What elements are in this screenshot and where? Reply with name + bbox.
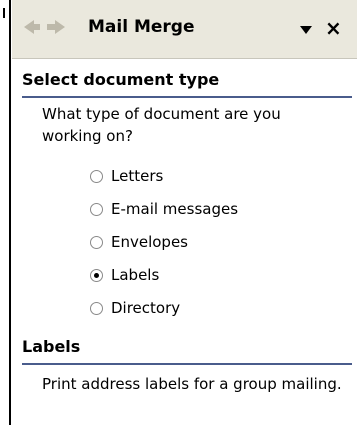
- taskpane-titlebar: Mail Merge ×: [12, 0, 357, 59]
- radio-option-email-messages[interactable]: E-mail messages: [90, 197, 238, 221]
- radio-button[interactable]: [90, 301, 103, 315]
- radio-label[interactable]: Letters: [111, 167, 163, 185]
- radio-option-envelopes[interactable]: Envelopes: [90, 230, 188, 254]
- radio-label[interactable]: Envelopes: [111, 233, 188, 251]
- radio-option-directory[interactable]: Directory: [90, 296, 180, 320]
- radio-button[interactable]: [90, 235, 103, 249]
- close-icon[interactable]: ×: [325, 16, 342, 40]
- forward-arrow-icon[interactable]: [47, 20, 65, 34]
- taskpane-title: Mail Merge: [88, 17, 195, 37]
- labels-description: Print address labels for a group mailing…: [42, 375, 342, 393]
- radio-button[interactable]: [90, 169, 103, 183]
- back-arrow-icon[interactable]: [24, 20, 40, 34]
- document-edge: [0, 0, 8, 425]
- radio-label[interactable]: Directory: [111, 299, 180, 317]
- document-type-question: What type of document are you working on…: [42, 105, 281, 145]
- radio-label[interactable]: Labels: [111, 266, 159, 284]
- mail-merge-taskpane: Mail Merge × Select document type What t…: [12, 0, 357, 425]
- radio-label[interactable]: E-mail messages: [111, 200, 238, 218]
- dropdown-triangle-icon[interactable]: [300, 26, 312, 34]
- radio-button[interactable]: [90, 202, 103, 216]
- radio-option-labels[interactable]: Labels: [90, 263, 159, 287]
- ruler-mark: [3, 8, 5, 18]
- radio-button-selected[interactable]: [90, 268, 103, 282]
- radio-option-letters[interactable]: Letters: [90, 164, 163, 188]
- pane-splitter[interactable]: [9, 0, 11, 425]
- section-header-select-document-type: Select document type: [22, 70, 352, 98]
- section-header-labels: Labels: [22, 337, 352, 365]
